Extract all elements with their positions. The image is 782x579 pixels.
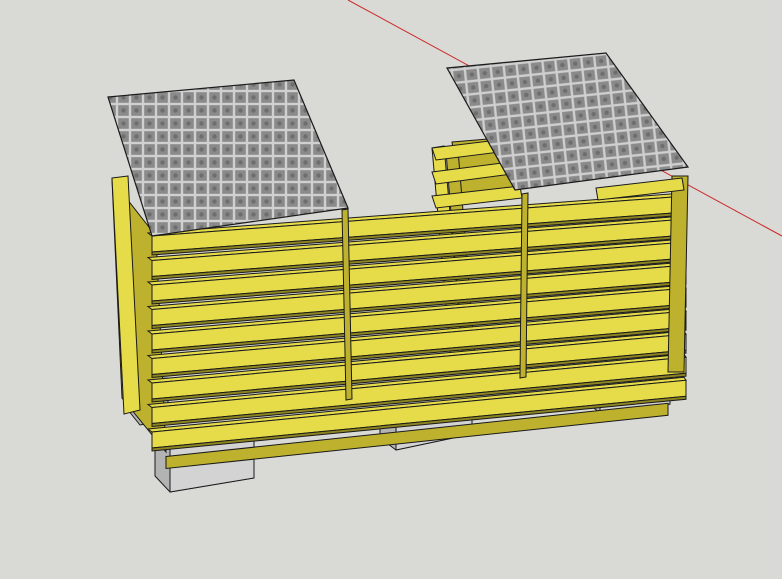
modeling-viewport[interactable] (0, 0, 782, 579)
right-end-post (667, 175, 689, 373)
left-lid[interactable] (107, 79, 349, 237)
model-scene[interactable] (0, 0, 782, 579)
